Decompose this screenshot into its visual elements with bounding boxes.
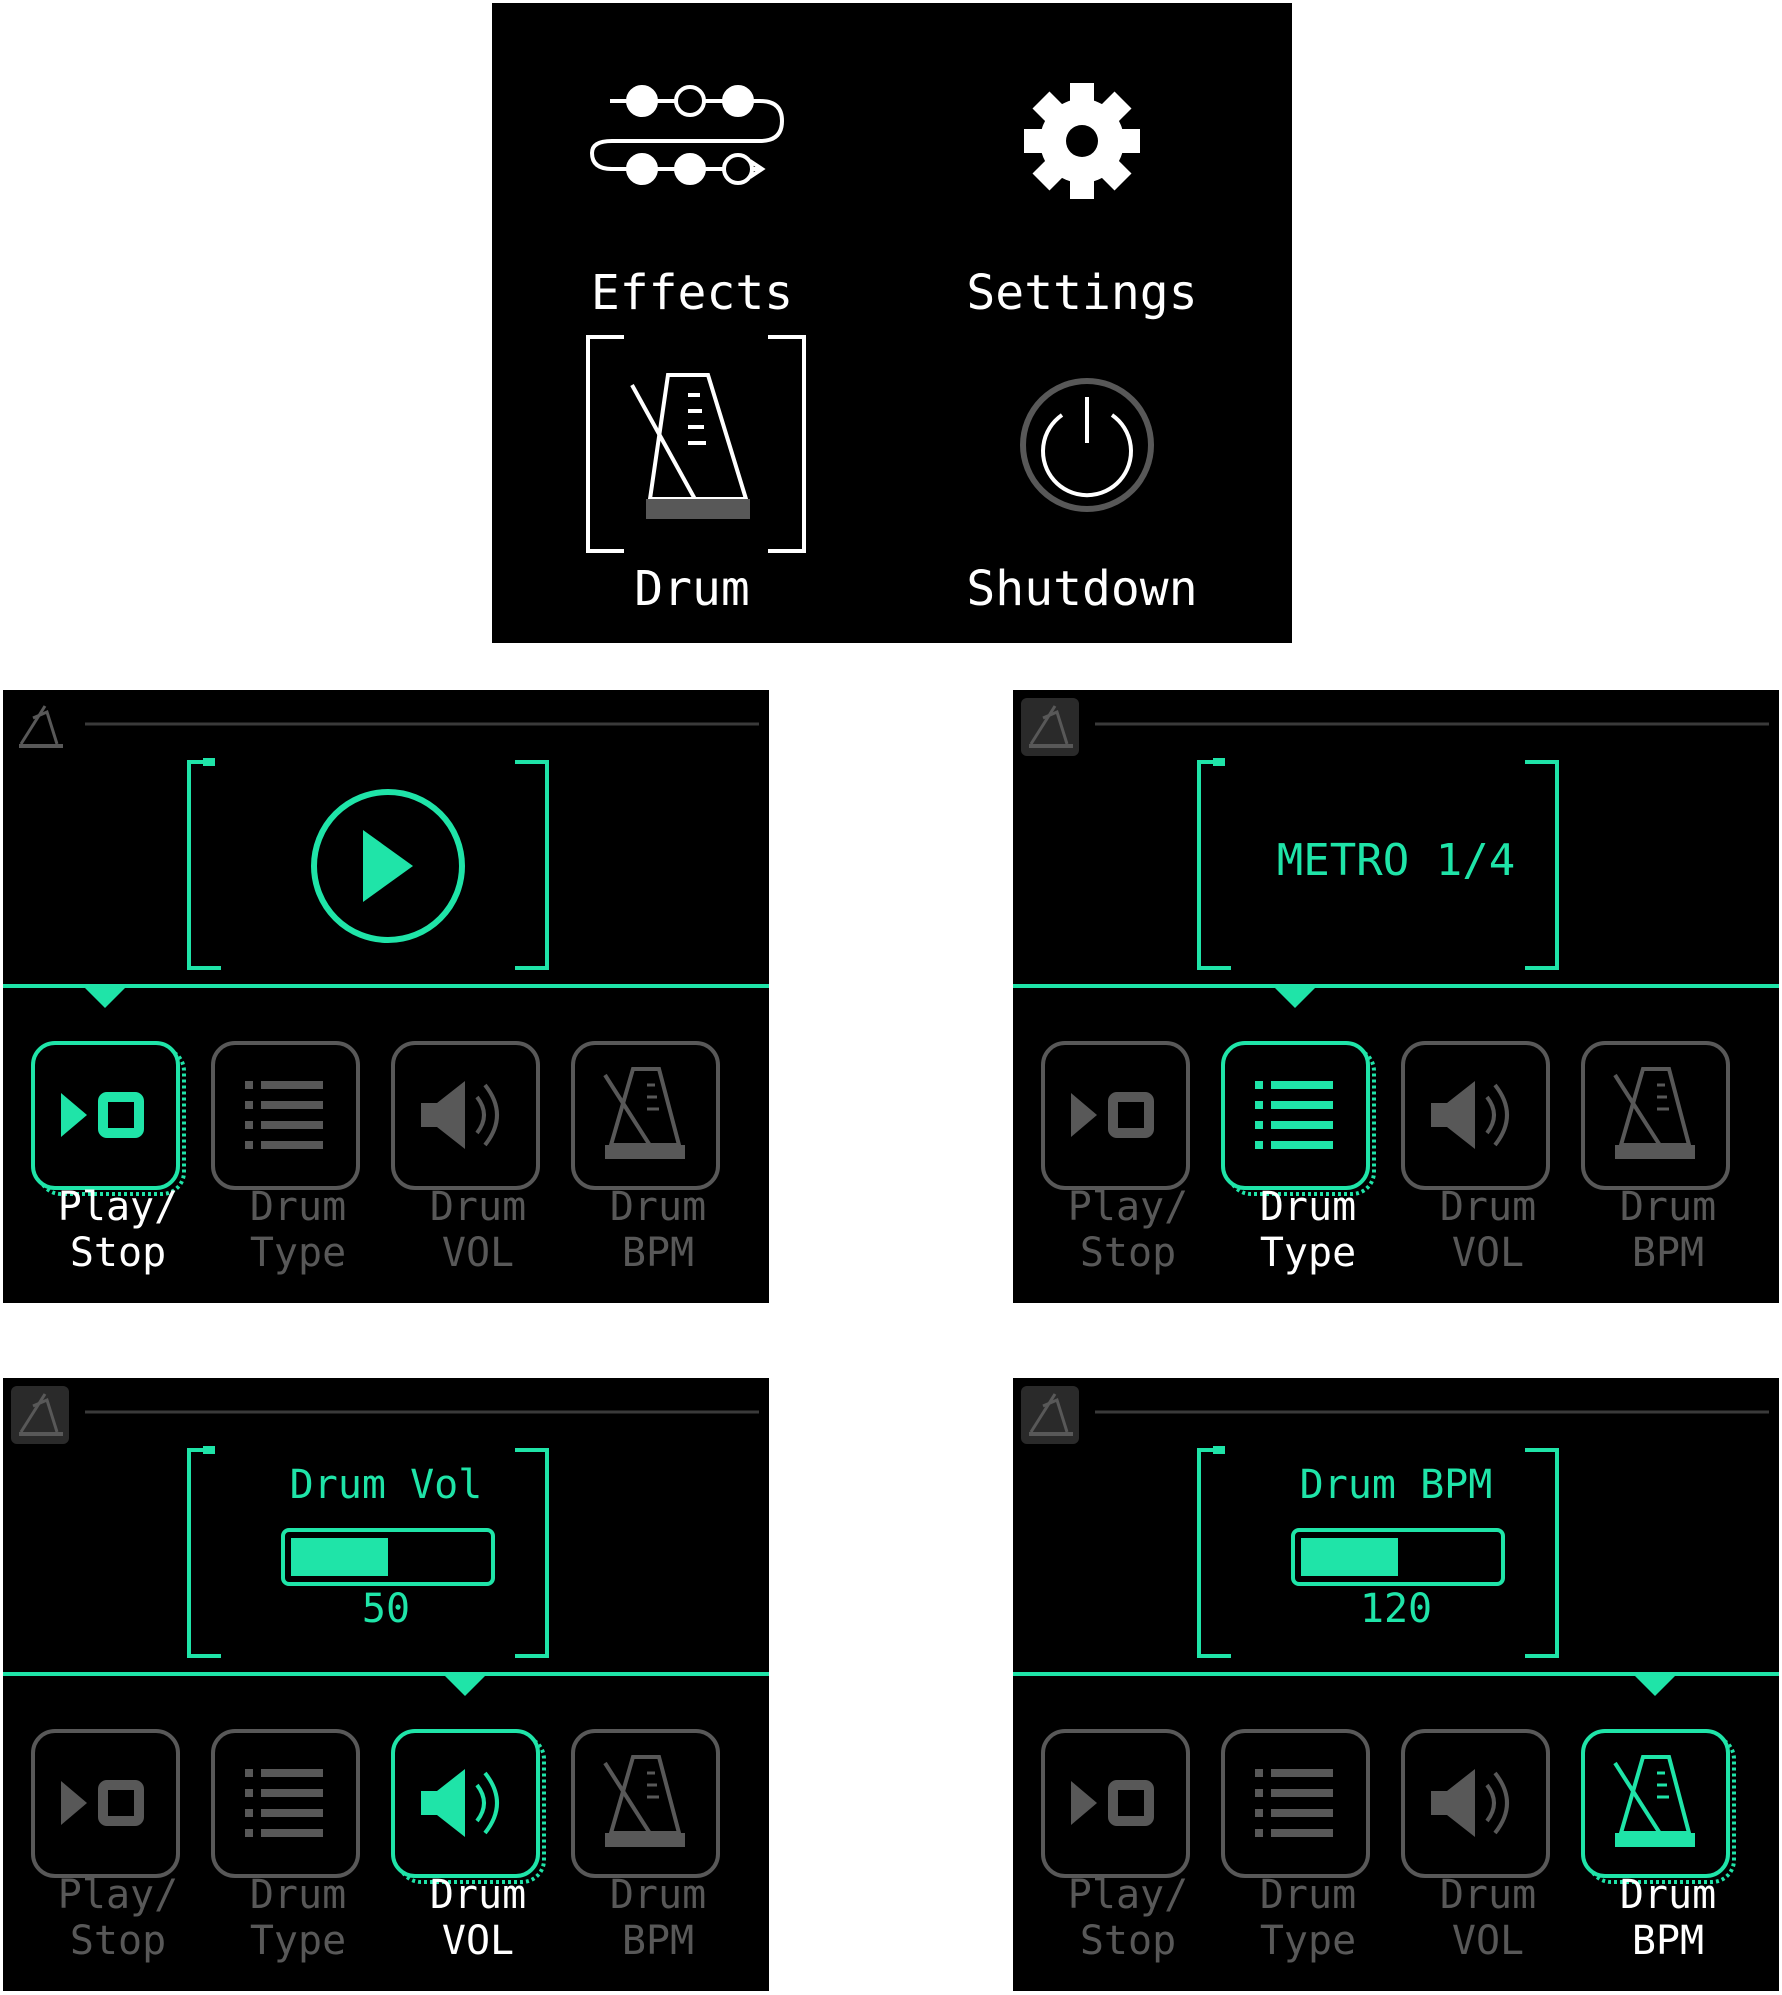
main-menu-screen: Effects Settings Drum Shutdown [492,3,1292,643]
tab-play-stop[interactable]: Play/ Stop [1043,1728,1213,1988]
tab-play-stop[interactable]: Play/ Stop [1043,1040,1213,1300]
tab-label: Drum BPM [1619,1872,1717,1964]
tab-drum-type[interactable]: Drum Type [1223,1040,1393,1300]
drum-screen-drum-bpm: Drum BPM 120 Play/ Stop Drum Type Drum V… [1013,1378,1779,1991]
header-metronome-icon [11,1386,69,1444]
bpm-slider[interactable] [1293,1528,1503,1584]
tab-drum-vol[interactable]: Drum VOL [393,1728,563,1988]
tab-play-stop[interactable]: Play/ Stop [33,1040,203,1300]
menu-item-settings[interactable]: Settings [932,63,1232,333]
tab-label: Drum VOL [429,1872,527,1964]
tab-drum-bpm[interactable]: Drum BPM [1583,1728,1753,1988]
header-metronome-icon [1021,698,1079,756]
tab-label: Drum Type [1259,1872,1357,1964]
tab-drum-vol[interactable]: Drum VOL [1403,1040,1573,1300]
tab-label: Drum BPM [609,1184,707,1276]
slider-value: 50 [361,1586,411,1632]
tab-drum-type[interactable]: Drum Type [213,1728,383,1988]
drum-screen-drum-vol: Drum Vol 50 Play/ Stop Drum Type Drum VO… [3,1378,769,1991]
menu-item-label: Shutdown [966,561,1198,617]
tab-label: Drum VOL [1439,1872,1537,1964]
slider-title: Drum BPM [1299,1462,1493,1508]
tab-drum-type[interactable]: Drum Type [213,1040,383,1300]
tab-label: Drum BPM [1619,1184,1717,1276]
tab-drum-bpm[interactable]: Drum BPM [1583,1040,1753,1300]
menu-item-effects[interactable]: Effects [542,63,842,333]
slider-value: 120 [1359,1586,1433,1632]
tab-drum-bpm[interactable]: Drum BPM [573,1728,743,1988]
drum-screen-play-stop: Play/ Stop Drum Type Drum VOL Drum BPM [3,690,769,1303]
tab-label: Play/ Stop [1067,1872,1189,1964]
tab-label: Drum Type [249,1184,347,1276]
menu-item-shutdown[interactable]: Shutdown [932,333,1232,633]
selection-pointer [1633,1674,1677,1696]
menu-item-label: Settings [966,265,1198,321]
selection-pointer [443,1674,487,1696]
tab-label: Drum Type [249,1872,347,1964]
menu-item-label: Drum [634,561,750,617]
header-metronome-icon [1021,1386,1079,1444]
slider-title: Drum Vol [289,1462,483,1508]
selection-pointer [1273,986,1317,1008]
tab-label: Drum Type [1259,1184,1357,1276]
tab-label: Play/ Stop [57,1184,179,1276]
volume-slider[interactable] [283,1528,493,1584]
tab-label: Play/ Stop [1067,1184,1189,1276]
play-button[interactable] [303,790,473,960]
tab-label: Drum VOL [1439,1184,1537,1276]
tab-drum-vol[interactable]: Drum VOL [1403,1728,1573,1988]
menu-item-label: Effects [590,265,794,321]
tab-play-stop[interactable]: Play/ Stop [33,1728,203,1988]
drum-screen-drum-type: METRO 1/4 Play/ Stop Drum Type Drum VOL … [1013,690,1779,1303]
tab-label: Play/ Stop [57,1872,179,1964]
menu-item-drum[interactable]: Drum [542,333,842,633]
drum-type-value[interactable]: METRO 1/4 [1013,836,1779,886]
tab-label: Drum BPM [609,1872,707,1964]
selection-pointer [83,986,127,1008]
tab-drum-bpm[interactable]: Drum BPM [573,1040,743,1300]
tab-label: Drum VOL [429,1184,527,1276]
header-metronome-icon [19,705,63,748]
tab-drum-vol[interactable]: Drum VOL [393,1040,563,1300]
tab-drum-type[interactable]: Drum Type [1223,1728,1393,1988]
